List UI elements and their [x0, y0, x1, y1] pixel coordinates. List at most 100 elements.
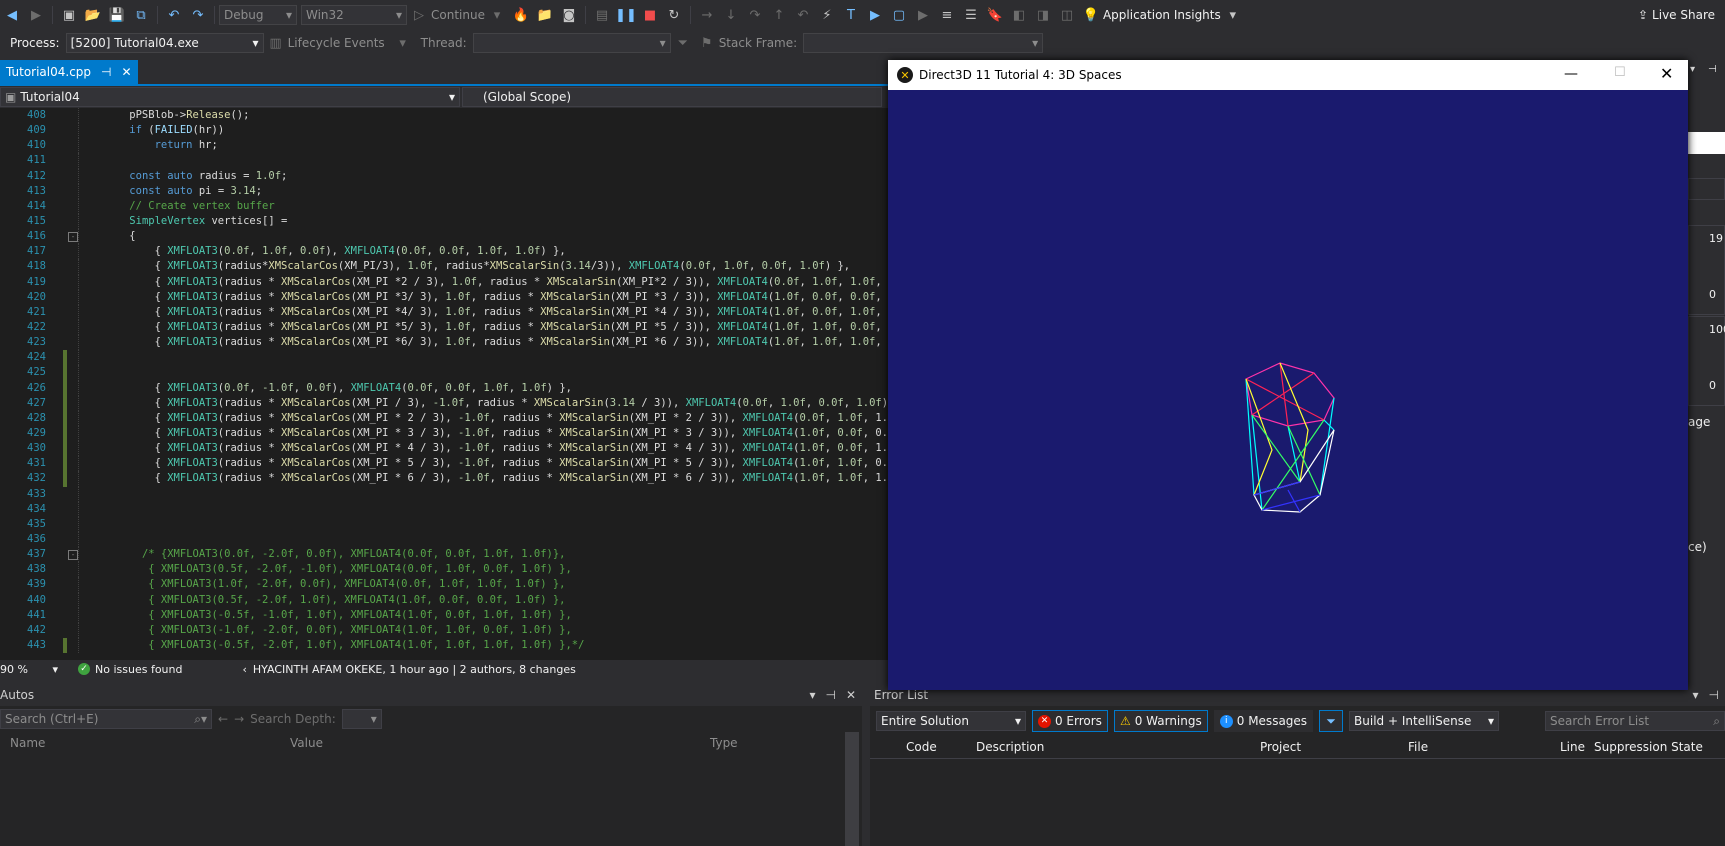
lightbulb-icon[interactable]: 💡	[1082, 6, 1100, 24]
comment-icon[interactable]: ☰	[962, 6, 980, 24]
code-line[interactable]: 439 { XMFLOAT3(1.0f, -2.0f, 0.0f), XMFLO…	[0, 577, 888, 593]
undo-icon[interactable]: ↶	[165, 6, 183, 24]
restart-icon[interactable]: ↻	[665, 6, 683, 24]
code-line[interactable]: 415 SimpleVertex vertices[] =	[0, 213, 888, 230]
column-suppression-state[interactable]: Suppression State	[1594, 740, 1703, 754]
autos-search-input[interactable]: Search (Ctrl+E) ⌕▾	[0, 709, 212, 729]
configuration-dropdown[interactable]: Debug ▾	[219, 5, 297, 25]
tab-tutorial04-cpp[interactable]: Tutorial04.cpp ⊣ ✕	[0, 60, 138, 84]
messages-filter-button[interactable]: i 0 Messages	[1213, 710, 1314, 732]
step-into-icon[interactable]: ↓	[722, 6, 740, 24]
redo-icon[interactable]: ↷	[189, 6, 207, 24]
bookmark-prev-icon[interactable]: ◧	[1010, 6, 1028, 24]
live-share-button[interactable]: ⇪ Live Share	[1638, 8, 1715, 22]
code-line[interactable]: 417 { XMFLOAT3(0.0f, 1.0f, 0.0f), XMFLOA…	[0, 244, 888, 260]
search-depth-dropdown[interactable]: ▾	[341, 709, 382, 729]
arrow-right-icon[interactable]: →	[234, 712, 244, 726]
column-file[interactable]: File	[1408, 740, 1428, 754]
code-line[interactable]: 427 { XMFLOAT3(radius * XMScalarCos(XM_P…	[0, 395, 888, 411]
code-line[interactable]: 421 { XMFLOAT3(radius * XMScalarCos(XM_P…	[0, 304, 888, 320]
column-name[interactable]: Name	[10, 736, 45, 750]
hot-reload-icon[interactable]: 🔥	[512, 6, 530, 24]
code-line[interactable]: 434	[0, 501, 888, 517]
pin-icon[interactable]: ⊣	[1709, 688, 1719, 702]
warnings-filter-button[interactable]: ⚠ 0 Warnings	[1113, 710, 1208, 732]
column-type[interactable]: Type	[710, 736, 738, 750]
chevron-down-icon[interactable]: ▾	[1690, 64, 1695, 75]
code-line[interactable]: 425	[0, 365, 888, 381]
play-icon[interactable]: ▷	[410, 6, 428, 24]
lifecycle-events-button[interactable]: Lifecycle Events	[288, 36, 385, 50]
pin-icon[interactable]: ⊣	[101, 65, 111, 79]
open-folder-icon[interactable]: 📂	[84, 6, 102, 24]
code-line[interactable]: 435	[0, 516, 888, 532]
clear-filter-button[interactable]: ⏷	[1319, 710, 1344, 732]
chevron-down-icon[interactable]: ▾	[809, 688, 815, 702]
collapse-icon[interactable]: -	[68, 550, 78, 561]
code-line[interactable]: 436	[0, 531, 888, 548]
chevron-down-icon[interactable]: ▾	[488, 6, 506, 24]
autos-scrollbar[interactable]	[845, 732, 859, 846]
code-line[interactable]: 429 { XMFLOAT3(radius * XMScalarCos(XM_P…	[0, 425, 888, 442]
run-grey-icon[interactable]: ▶	[914, 6, 932, 24]
errors-filter-button[interactable]: ✕ 0 Errors	[1031, 710, 1108, 732]
bookmark-clear-icon[interactable]: ◫	[1058, 6, 1076, 24]
column-value[interactable]: Value	[290, 736, 323, 750]
git-blame-info[interactable]: ‹ HYACINTH AFAM OKEKE, 1 hour ago | 2 au…	[242, 663, 575, 676]
save-all-icon[interactable]: ⧉	[132, 6, 150, 24]
direct3d-app-window[interactable]: ✕ Direct3D 11 Tutorial 4: 3D Spaces — ☐ …	[888, 60, 1688, 690]
scope-dropdown[interactable]: (Global Scope)	[462, 87, 882, 107]
pin-icon[interactable]: ⊣	[825, 688, 835, 702]
column-line[interactable]: Line	[1560, 740, 1585, 754]
code-line[interactable]: 408 pPSBlob->Release();	[0, 108, 888, 124]
code-line[interactable]: 420 { XMFLOAT3(radius * XMScalarCos(XM_P…	[0, 289, 888, 305]
pin-icon[interactable]: ⊣	[1708, 64, 1717, 75]
render-viewport[interactable]	[888, 90, 1688, 690]
document-icon[interactable]: ▤	[593, 6, 611, 24]
code-line[interactable]: 419 { XMFLOAT3(radius * XMScalarCos(XM_P…	[0, 274, 888, 290]
code-line[interactable]: 413 const auto pi = 3.14;	[0, 183, 888, 199]
error-list-search-input[interactable]: Search Error List ⌕	[1545, 711, 1725, 731]
filter-icon[interactable]: ⏷	[674, 34, 692, 52]
column-code[interactable]: Code	[906, 740, 937, 754]
error-scope-dropdown[interactable]: Entire Solution ▾	[876, 711, 1026, 731]
code-line[interactable]: 443 { XMFLOAT3(-0.5f, -2.0f, 1.0f), XMFL…	[0, 637, 888, 654]
format-icon[interactable]: ≡	[938, 6, 956, 24]
thread-dropdown[interactable]: ▾	[472, 33, 671, 53]
platform-dropdown[interactable]: Win32 ▾	[301, 5, 407, 25]
property-field-2[interactable]	[1688, 178, 1725, 200]
flag-icon[interactable]: ⚑	[698, 34, 716, 52]
minimize-icon[interactable]: —	[1564, 66, 1578, 82]
application-insights-button[interactable]: Application Insights	[1103, 8, 1221, 22]
code-line[interactable]: 418 { XMFLOAT3(radius*XMScalarCos(XM_PI/…	[0, 259, 888, 275]
chevron-down-icon[interactable]: ▾	[1224, 6, 1242, 24]
code-line[interactable]: 410 return hr;	[0, 138, 888, 154]
process-dropdown[interactable]: [5200] Tutorial04.exe ▾	[65, 33, 264, 53]
code-line[interactable]: 437 - /* {XMFLOAT3(0.0f, -2.0f, 0.0f), XM…	[0, 547, 888, 563]
new-project-icon[interactable]: ▣	[60, 6, 78, 24]
code-line[interactable]: 426 { XMFLOAT3(0.0f, -1.0f, 0.0f), XMFLO…	[0, 380, 888, 396]
screenshot-icon[interactable]: ◙	[560, 6, 578, 24]
save-icon[interactable]: 💾	[108, 6, 126, 24]
chevron-down-icon[interactable]: ▾	[394, 34, 412, 52]
stop-icon[interactable]: ■	[641, 6, 659, 24]
diagnostics-icon[interactable]: ⚡	[818, 6, 836, 24]
text-icon[interactable]: T	[842, 6, 860, 24]
step-out-icon[interactable]: ↑	[770, 6, 788, 24]
project-dropdown[interactable]: ▣ Tutorial04 ▾	[0, 87, 460, 107]
code-editor[interactable]: 408 pPSBlob->Release(); 409 if (FAILED(hr…	[0, 108, 888, 660]
close-icon[interactable]: ✕	[1660, 64, 1673, 83]
code-line[interactable]: 411	[0, 153, 888, 169]
maximize-icon[interactable]: ☐	[1614, 65, 1626, 80]
column-project[interactable]: Project	[1260, 740, 1301, 754]
collapse-icon[interactable]: -	[68, 232, 78, 243]
code-line[interactable]: 441 { XMFLOAT3(-0.5f, -1.0f, 1.0f), XMFL…	[0, 607, 888, 623]
forward-icon[interactable]: ▶	[27, 6, 45, 24]
code-line[interactable]: 438 { XMFLOAT3(0.5f, -2.0f, -1.0f), XMFL…	[0, 562, 888, 578]
build-intellisense-dropdown[interactable]: Build + IntelliSense ▾	[1349, 711, 1500, 731]
code-line[interactable]: 423 { XMFLOAT3(radius * XMScalarCos(XM_P…	[0, 335, 888, 351]
bookmark-next-icon[interactable]: ◨	[1034, 6, 1052, 24]
code-line[interactable]: 409 if (FAILED(hr))	[0, 123, 888, 139]
code-line[interactable]: 422 { XMFLOAT3(radius * XMScalarCos(XM_P…	[0, 319, 888, 336]
code-line[interactable]: 412 const auto radius = 1.0f;	[0, 168, 888, 184]
